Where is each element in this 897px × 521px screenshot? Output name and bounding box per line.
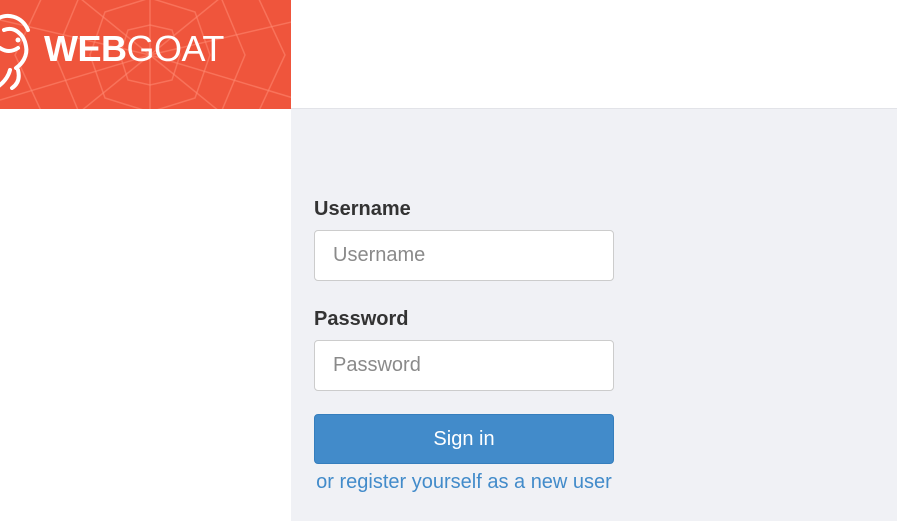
header-bar [291, 0, 897, 109]
main-content: Username Password Sign in or register yo… [291, 109, 897, 521]
username-input[interactable] [314, 230, 614, 281]
webgoat-logo-text[interactable]: WEBGOAT [44, 29, 224, 69]
page: WEBGOAT Username Password Sign in or reg… [0, 0, 897, 521]
goat-icon [0, 13, 30, 90]
password-input[interactable] [314, 340, 614, 391]
left-column [0, 109, 291, 521]
register-link[interactable]: or register yourself as a new user [314, 467, 614, 497]
sign-in-button[interactable]: Sign in [314, 414, 614, 464]
login-form: Username Password Sign in or register yo… [314, 197, 614, 497]
username-label: Username [314, 198, 411, 220]
header-logo-area: WEBGOAT [0, 0, 291, 109]
brand-bold-text: WEB [44, 28, 127, 69]
password-label: Password [314, 308, 409, 330]
brand-light-text: GOAT [126, 28, 225, 69]
